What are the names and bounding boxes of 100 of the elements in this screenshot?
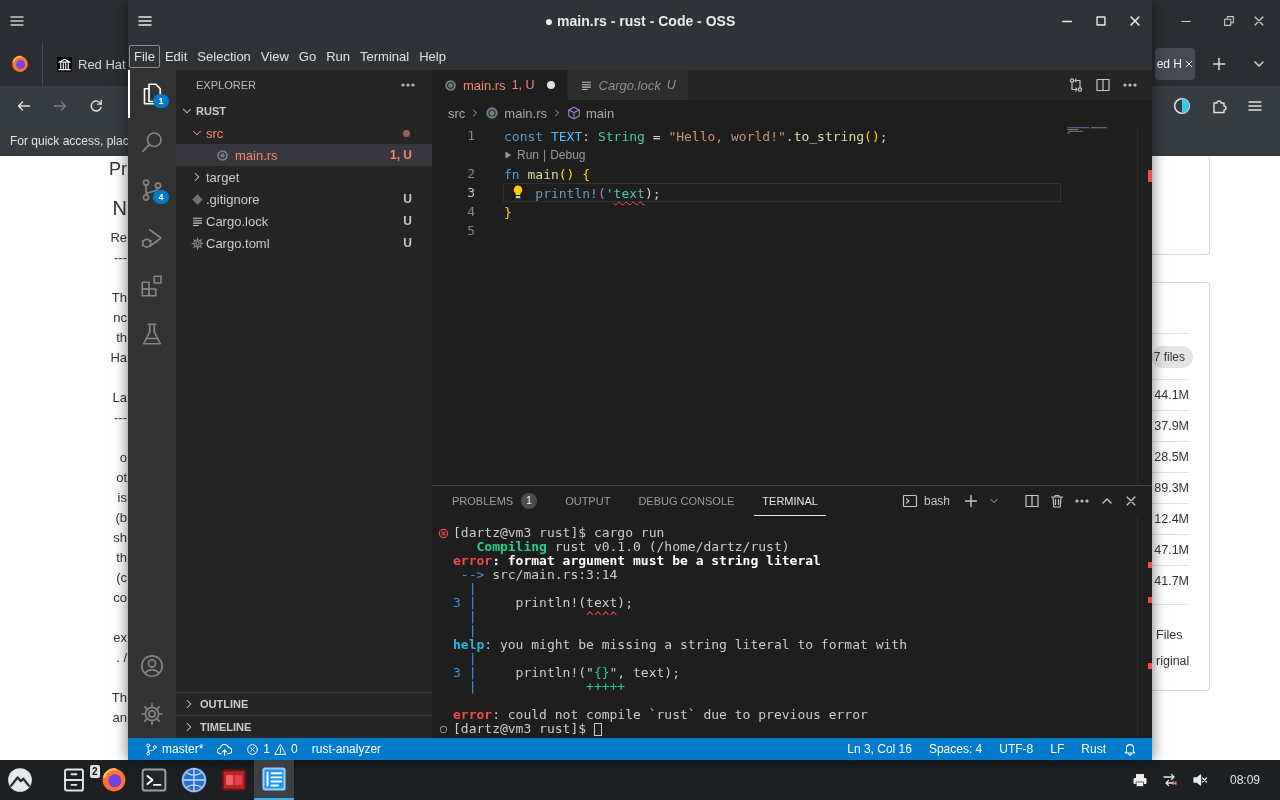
status-item[interactable]: Rust — [1074, 738, 1113, 760]
close-icon[interactable] — [1184, 59, 1194, 69]
menu-item[interactable]: Run — [321, 44, 355, 68]
clock[interactable]: 08:09 — [1229, 773, 1260, 787]
gear-icon — [190, 236, 204, 250]
taskbar-app[interactable] — [254, 760, 294, 800]
page-text: co — [112, 589, 127, 607]
page-text: ex — [112, 629, 127, 647]
bell-icon[interactable] — [1123, 742, 1137, 756]
menu-icon[interactable] — [9, 13, 25, 29]
unsaved-dot[interactable] — [546, 81, 555, 89]
status-item[interactable]: LF — [1043, 738, 1072, 760]
menu-item[interactable]: Go — [293, 44, 322, 68]
tree-item[interactable]: target — [176, 166, 432, 188]
page-text: riginal — [1156, 653, 1189, 669]
panel-tab[interactable]: TERMINAL — [754, 486, 826, 516]
trash-icon[interactable] — [1049, 493, 1065, 509]
cloud-upload-icon[interactable] — [217, 741, 233, 757]
restore-icon[interactable] — [1222, 14, 1236, 28]
tree-item[interactable]: RUST — [176, 100, 432, 122]
menu-item[interactable]: File — [129, 44, 160, 68]
tree-item[interactable]: .gitignore U — [176, 188, 432, 210]
panel-tab[interactable]: DEBUG CONSOLE — [630, 486, 743, 516]
error-icon — [438, 528, 449, 539]
split-editor-icon[interactable] — [1095, 77, 1111, 93]
problems-status[interactable]: 1 0 — [239, 738, 305, 760]
account-icon — [140, 654, 164, 678]
close-icon[interactable] — [1124, 494, 1138, 508]
browser-tab[interactable]: Red Hat — [51, 48, 127, 80]
error-icon — [246, 742, 260, 756]
close-icon[interactable] — [1252, 14, 1266, 28]
menu-icon[interactable] — [137, 13, 153, 29]
codelens-link[interactable]: Debug — [550, 147, 586, 162]
file-size: 89.3M — [1154, 481, 1189, 495]
page-text: Files — [1156, 627, 1184, 643]
muted-speaker-icon[interactable] — [1191, 772, 1208, 788]
menu-item[interactable]: Help — [414, 44, 451, 68]
back-icon[interactable] — [16, 98, 32, 114]
terminal-line: --> src/main.rs:3:14 — [459, 568, 618, 582]
codelens-link[interactable]: Run — [517, 147, 539, 162]
menu-icon[interactable] — [1247, 98, 1263, 114]
circle-file-icon — [485, 106, 500, 120]
status-item[interactable]: Spaces: 4 — [921, 738, 990, 760]
menu-item[interactable]: Edit — [159, 44, 193, 68]
panel-tab[interactable]: PROBLEMS 1 — [444, 486, 546, 516]
page-text: La — [111, 389, 127, 407]
tree-item[interactable]: Cargo.toml U — [176, 232, 432, 254]
git-status: U — [403, 192, 412, 206]
split-terminal-icon[interactable] — [1024, 493, 1040, 509]
tree-item[interactable]: main.rs 1, U — [176, 144, 432, 166]
text-cursor — [593, 722, 602, 736]
browser-tab[interactable]: ed H — [1154, 48, 1195, 80]
network-icon[interactable] — [1161, 772, 1178, 788]
compare-icon[interactable] — [1068, 77, 1084, 93]
editor-tab[interactable]: Cargo.lock U — [567, 70, 689, 100]
activity-button[interactable]: 4 — [128, 166, 176, 214]
breadcrumb[interactable]: main.rs — [485, 105, 547, 121]
status-item[interactable]: Ln 3, Col 16 — [840, 738, 919, 760]
puzzle-icon[interactable] — [1211, 98, 1227, 114]
breadcrumb[interactable]: src — [448, 105, 466, 121]
page-text: Th — [110, 689, 127, 707]
error-marker — [1148, 562, 1152, 568]
problem-dot — [403, 129, 410, 137]
close-icon[interactable] — [1128, 14, 1142, 28]
plus-icon[interactable] — [963, 493, 979, 509]
printer-icon[interactable] — [1131, 772, 1148, 788]
building-icon — [57, 56, 72, 72]
maximize-icon[interactable] — [1094, 14, 1108, 28]
new-tab-icon[interactable] — [1211, 56, 1227, 72]
page-text: th — [115, 329, 127, 347]
terminal-selector[interactable]: bash — [901, 493, 950, 509]
editor-tab[interactable]: main.rs 1, U — [432, 70, 568, 100]
section-header[interactable]: OUTLINE — [176, 692, 432, 715]
page-text: --- — [113, 409, 127, 427]
terminal-icon — [141, 767, 167, 793]
terminal-line: error: could not compile `rust` due to previous error — [453, 708, 868, 722]
page-text: Th — [110, 289, 127, 307]
menu-item[interactable]: Terminal — [355, 44, 415, 68]
status-item[interactable]: rust-analyzer — [304, 738, 389, 760]
circle-file-icon — [216, 148, 229, 162]
reload-icon[interactable] — [88, 98, 104, 114]
file-size: 41.7M — [1154, 574, 1189, 588]
terminal-line: [dartz@vm3 rust]$ — [453, 722, 587, 736]
tree-item[interactable]: src — [176, 122, 432, 144]
terminal-line: | — [467, 582, 477, 596]
panel-tab[interactable]: OUTPUT — [557, 486, 619, 516]
document-icon — [261, 766, 287, 792]
count-badge: 1 — [153, 94, 169, 108]
error-marker — [1148, 597, 1152, 603]
line-number: 4 — [466, 204, 475, 219]
contrast-icon[interactable] — [1173, 97, 1191, 115]
tree-item[interactable]: Cargo.lock U — [176, 210, 432, 232]
menu-item[interactable]: Selection — [192, 44, 256, 68]
count-badge: 1 — [521, 492, 538, 509]
page-text: . / — [115, 649, 127, 667]
bookmarks-hint: For quick access, plac — [10, 134, 129, 148]
breadcrumb[interactable]: main — [566, 105, 615, 121]
branch-status[interactable]: master* — [138, 738, 211, 760]
status-item[interactable]: UTF-8 — [992, 738, 1041, 760]
menu-item[interactable]: View — [255, 44, 294, 68]
